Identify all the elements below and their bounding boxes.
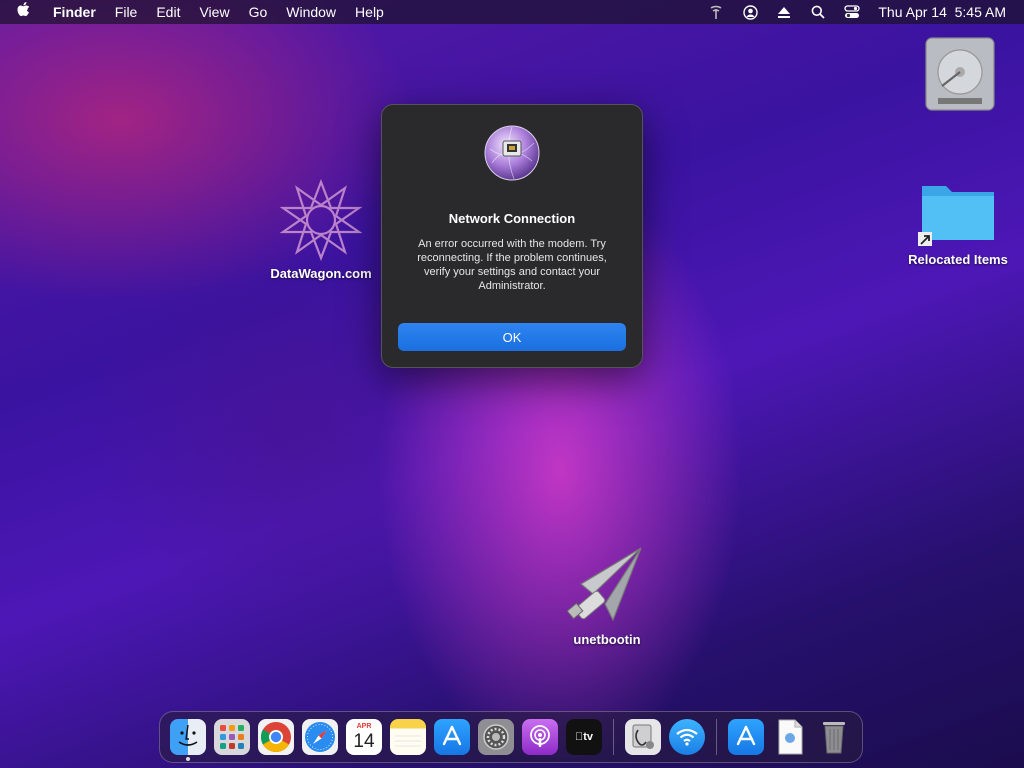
- dock-finder[interactable]: [170, 719, 206, 761]
- datawagon-icon: [279, 178, 363, 262]
- apple-menu-icon[interactable]: [16, 1, 38, 23]
- hard-disk-icon: [925, 37, 995, 111]
- menu-file[interactable]: File: [115, 4, 138, 20]
- dialog-title: Network Connection: [448, 211, 576, 226]
- dock: APR 14 tv: [159, 711, 863, 763]
- calendar-month: APR: [356, 722, 372, 730]
- disk-utility-icon: [632, 724, 654, 749]
- menu-clock[interactable]: Thu Apr 14 5:45 AM: [878, 4, 1006, 20]
- app-store-icon: [736, 725, 756, 746]
- dock-system-preferences[interactable]: [478, 719, 514, 755]
- network-connection-icon: [484, 125, 540, 181]
- dock-apple-tv[interactable]: tv: [566, 719, 602, 755]
- desktop-item-label: Relocated Items: [908, 252, 1008, 267]
- folder-icon: [918, 186, 994, 246]
- spotlight-search-icon[interactable]: [810, 4, 826, 20]
- dock-calendar[interactable]: APR 14: [346, 719, 382, 755]
- menu-go[interactable]: Go: [249, 4, 268, 20]
- wifi-icon: [676, 728, 698, 746]
- dock-safari[interactable]: [302, 719, 338, 755]
- desktop-item-label: DataWagon.com: [270, 266, 372, 281]
- desktop-item-unetbootin[interactable]: unetbootin: [560, 544, 654, 647]
- dock-notes[interactable]: [390, 719, 426, 755]
- unetbootin-icon: [566, 547, 642, 622]
- network-status-icon[interactable]: [708, 4, 724, 20]
- dock-app-store[interactable]: [434, 719, 470, 755]
- calendar-day: 14: [353, 730, 375, 752]
- eject-icon[interactable]: [776, 4, 792, 20]
- trash-icon: [823, 722, 845, 754]
- dock-trash[interactable]: [816, 719, 852, 755]
- dock-podcasts[interactable]: [522, 719, 558, 755]
- document-icon: [778, 719, 803, 755]
- dock-launchpad[interactable]: [214, 719, 250, 755]
- dock-separator: [613, 719, 614, 755]
- launchpad-icon: [220, 725, 244, 749]
- gear-icon: [483, 724, 509, 750]
- dock-chrome[interactable]: [258, 719, 294, 755]
- dock-separator: [716, 719, 717, 755]
- dock-app-store-2[interactable]: [728, 719, 764, 755]
- apple-tv-label: tv: [579, 731, 593, 743]
- desktop-item-datawagon[interactable]: DataWagon.com: [262, 178, 380, 281]
- podcasts-icon: [530, 725, 550, 747]
- ok-button[interactable]: OK: [398, 323, 626, 351]
- app-store-icon: [442, 725, 462, 746]
- menu-view[interactable]: View: [199, 4, 229, 20]
- notes-icon: [395, 735, 421, 747]
- menu-bar: Finder File Edit View Go Window Help Thu…: [0, 0, 1024, 24]
- safari-icon: [305, 722, 335, 752]
- user-account-icon[interactable]: [742, 4, 758, 20]
- dock-disk-utility[interactable]: [625, 719, 661, 755]
- network-connection-dialog: Network Connection An error occurred wit…: [381, 104, 643, 368]
- dialog-message: An error occurred with the modem. Try re…: [417, 238, 607, 292]
- desktop-item-hard-disk[interactable]: [920, 34, 1000, 112]
- desktop-item-relocated-items[interactable]: Relocated Items: [900, 178, 1016, 267]
- finder-icon: [178, 724, 198, 746]
- menu-edit[interactable]: Edit: [156, 4, 180, 20]
- menu-app-name[interactable]: Finder: [53, 4, 96, 20]
- menu-window[interactable]: Window: [286, 4, 336, 20]
- menu-help[interactable]: Help: [355, 4, 384, 20]
- dock-document[interactable]: [772, 719, 808, 755]
- running-indicator: [186, 757, 190, 761]
- control-center-icon[interactable]: [844, 4, 861, 20]
- chrome-icon: [260, 722, 291, 753]
- apple-tv-icon: tv: [575, 731, 593, 743]
- dock-wifi-settings[interactable]: [669, 719, 705, 755]
- desktop-item-label: unetbootin: [573, 632, 641, 647]
